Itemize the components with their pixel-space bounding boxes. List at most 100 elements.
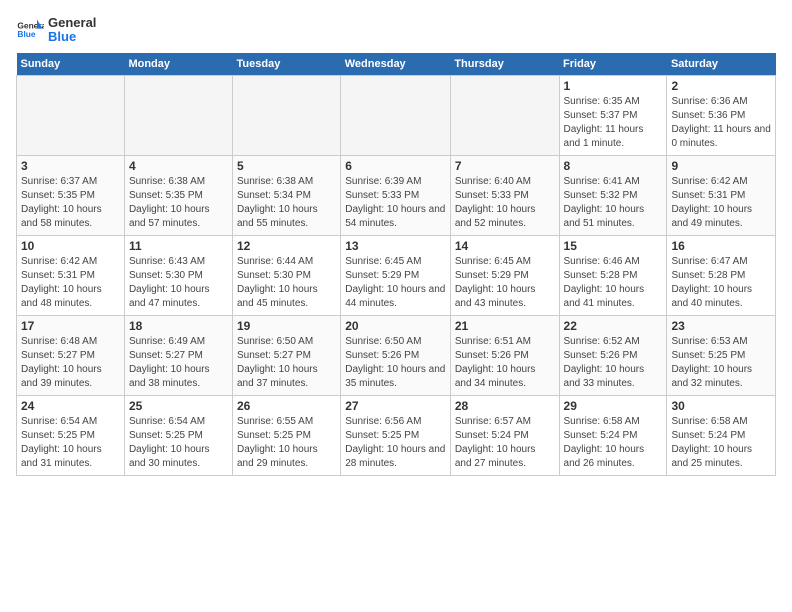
daylight-text: Daylight: 10 hours and 44 minutes. [345,283,446,311]
logo-text-general: General [48,16,96,30]
day-number: 5 [237,159,336,173]
sunrise-text: Sunrise: 6:49 AM [129,335,228,349]
day-number: 13 [345,239,446,253]
daylight-text: Daylight: 10 hours and 49 minutes. [671,203,771,231]
calendar-cell-29: 29 Sunrise: 6:58 AM Sunset: 5:24 PM Dayl… [559,395,667,475]
sunset-text: Sunset: 5:26 PM [564,349,663,363]
sunrise-text: Sunrise: 6:38 AM [129,175,228,189]
daylight-text: Daylight: 10 hours and 55 minutes. [237,203,336,231]
daylight-text: Daylight: 10 hours and 47 minutes. [129,283,228,311]
day-number: 30 [671,399,771,413]
daylight-text: Daylight: 10 hours and 40 minutes. [671,283,771,311]
day-number: 6 [345,159,446,173]
day-number: 9 [671,159,771,173]
calendar-cell-15: 15 Sunrise: 6:46 AM Sunset: 5:28 PM Dayl… [559,235,667,315]
calendar-cell-7: 7 Sunrise: 6:40 AM Sunset: 5:33 PM Dayli… [450,155,559,235]
day-info: Sunrise: 6:45 AM Sunset: 5:29 PM Dayligh… [345,255,446,311]
daylight-text: Daylight: 10 hours and 32 minutes. [671,363,771,391]
day-number: 28 [455,399,555,413]
sunset-text: Sunset: 5:36 PM [671,109,771,123]
day-info: Sunrise: 6:58 AM Sunset: 5:24 PM Dayligh… [564,415,663,471]
day-info: Sunrise: 6:49 AM Sunset: 5:27 PM Dayligh… [129,335,228,391]
calendar-cell-8: 8 Sunrise: 6:41 AM Sunset: 5:32 PM Dayli… [559,155,667,235]
daylight-text: Daylight: 10 hours and 27 minutes. [455,443,555,471]
day-info: Sunrise: 6:37 AM Sunset: 5:35 PM Dayligh… [21,175,120,231]
daylight-text: Daylight: 10 hours and 33 minutes. [564,363,663,391]
day-number: 18 [129,319,228,333]
sunset-text: Sunset: 5:25 PM [129,429,228,443]
sunset-text: Sunset: 5:26 PM [455,349,555,363]
day-number: 22 [564,319,663,333]
day-info: Sunrise: 6:50 AM Sunset: 5:27 PM Dayligh… [237,335,336,391]
day-info: Sunrise: 6:48 AM Sunset: 5:27 PM Dayligh… [21,335,120,391]
header-area: General Blue General Blue [16,16,776,45]
calendar-cell-12: 12 Sunrise: 6:44 AM Sunset: 5:30 PM Dayl… [233,235,341,315]
calendar-cell-26: 26 Sunrise: 6:55 AM Sunset: 5:25 PM Dayl… [233,395,341,475]
calendar-cell-14: 14 Sunrise: 6:45 AM Sunset: 5:29 PM Dayl… [450,235,559,315]
sunrise-text: Sunrise: 6:55 AM [237,415,336,429]
sunset-text: Sunset: 5:28 PM [671,269,771,283]
daylight-text: Daylight: 10 hours and 52 minutes. [455,203,555,231]
day-info: Sunrise: 6:55 AM Sunset: 5:25 PM Dayligh… [237,415,336,471]
day-number: 7 [455,159,555,173]
sunset-text: Sunset: 5:25 PM [345,429,446,443]
day-info: Sunrise: 6:51 AM Sunset: 5:26 PM Dayligh… [455,335,555,391]
sunrise-text: Sunrise: 6:50 AM [345,335,446,349]
sunset-text: Sunset: 5:27 PM [21,349,120,363]
day-number: 20 [345,319,446,333]
day-number: 1 [564,79,663,93]
day-info: Sunrise: 6:41 AM Sunset: 5:32 PM Dayligh… [564,175,663,231]
sunrise-text: Sunrise: 6:38 AM [237,175,336,189]
sunrise-text: Sunrise: 6:50 AM [237,335,336,349]
day-number: 25 [129,399,228,413]
day-info: Sunrise: 6:52 AM Sunset: 5:26 PM Dayligh… [564,335,663,391]
calendar-cell-20: 20 Sunrise: 6:50 AM Sunset: 5:26 PM Dayl… [341,315,451,395]
day-info: Sunrise: 6:54 AM Sunset: 5:25 PM Dayligh… [21,415,120,471]
sunset-text: Sunset: 5:25 PM [237,429,336,443]
sunset-text: Sunset: 5:24 PM [671,429,771,443]
sunset-text: Sunset: 5:24 PM [564,429,663,443]
daylight-text: Daylight: 10 hours and 31 minutes. [21,443,120,471]
sunrise-text: Sunrise: 6:53 AM [671,335,771,349]
daylight-text: Daylight: 10 hours and 26 minutes. [564,443,663,471]
day-header-monday: Monday [124,53,232,76]
sunset-text: Sunset: 5:35 PM [21,189,120,203]
day-number: 4 [129,159,228,173]
sunset-text: Sunset: 5:30 PM [129,269,228,283]
week-row-4: 17 Sunrise: 6:48 AM Sunset: 5:27 PM Dayl… [17,315,776,395]
day-info: Sunrise: 6:57 AM Sunset: 5:24 PM Dayligh… [455,415,555,471]
sunset-text: Sunset: 5:28 PM [564,269,663,283]
calendar-cell-21: 21 Sunrise: 6:51 AM Sunset: 5:26 PM Dayl… [450,315,559,395]
calendar-cell-empty [450,75,559,155]
week-row-1: 1 Sunrise: 6:35 AM Sunset: 5:37 PM Dayli… [17,75,776,155]
sunrise-text: Sunrise: 6:45 AM [455,255,555,269]
day-number: 11 [129,239,228,253]
day-info: Sunrise: 6:43 AM Sunset: 5:30 PM Dayligh… [129,255,228,311]
day-number: 12 [237,239,336,253]
sunset-text: Sunset: 5:29 PM [455,269,555,283]
sunrise-text: Sunrise: 6:36 AM [671,95,771,109]
day-number: 27 [345,399,446,413]
daylight-text: Daylight: 10 hours and 25 minutes. [671,443,771,471]
week-row-5: 24 Sunrise: 6:54 AM Sunset: 5:25 PM Dayl… [17,395,776,475]
day-info: Sunrise: 6:42 AM Sunset: 5:31 PM Dayligh… [21,255,120,311]
logo-icon: General Blue [16,16,44,44]
day-number: 15 [564,239,663,253]
day-info: Sunrise: 6:40 AM Sunset: 5:33 PM Dayligh… [455,175,555,231]
calendar-cell-13: 13 Sunrise: 6:45 AM Sunset: 5:29 PM Dayl… [341,235,451,315]
calendar-cell-9: 9 Sunrise: 6:42 AM Sunset: 5:31 PM Dayli… [667,155,776,235]
sunrise-text: Sunrise: 6:58 AM [671,415,771,429]
calendar-cell-empty [124,75,232,155]
day-number: 14 [455,239,555,253]
daylight-text: Daylight: 10 hours and 51 minutes. [564,203,663,231]
calendar-cell-27: 27 Sunrise: 6:56 AM Sunset: 5:25 PM Dayl… [341,395,451,475]
sunrise-text: Sunrise: 6:35 AM [564,95,663,109]
daylight-text: Daylight: 10 hours and 57 minutes. [129,203,228,231]
sunrise-text: Sunrise: 6:52 AM [564,335,663,349]
day-number: 21 [455,319,555,333]
calendar-cell-18: 18 Sunrise: 6:49 AM Sunset: 5:27 PM Dayl… [124,315,232,395]
calendar-cell-empty [17,75,125,155]
day-info: Sunrise: 6:38 AM Sunset: 5:35 PM Dayligh… [129,175,228,231]
sunrise-text: Sunrise: 6:54 AM [21,415,120,429]
day-info: Sunrise: 6:38 AM Sunset: 5:34 PM Dayligh… [237,175,336,231]
